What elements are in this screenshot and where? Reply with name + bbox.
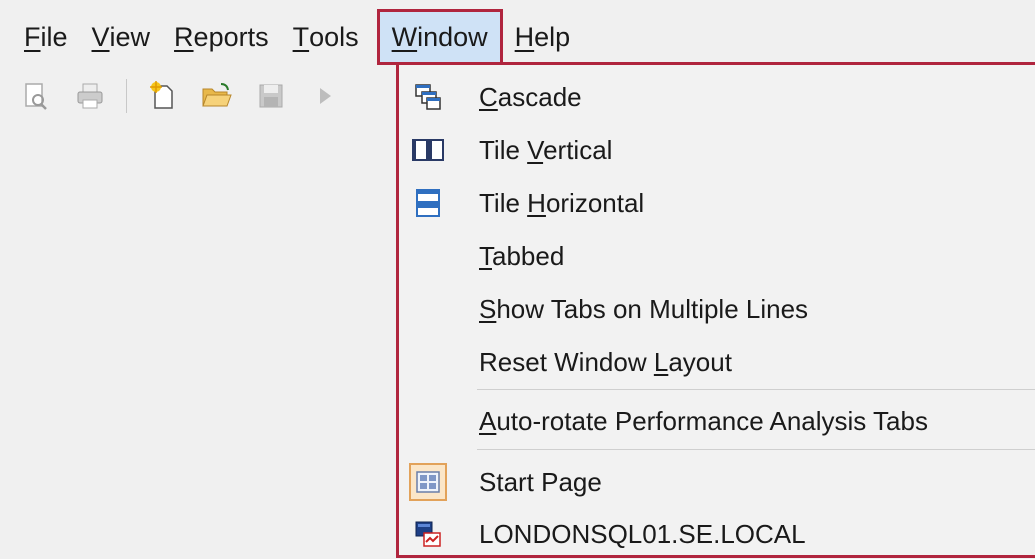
menu-file-accel: F [24, 21, 41, 52]
menu-item-cascade-label: Cascade [479, 81, 582, 112]
menu-item-auto-rotate-label: Auto-rotate Performance Analysis Tabs [479, 405, 928, 436]
menu-item-server-label: LONDONSQL01.SE.LOCAL [479, 518, 806, 549]
menu-item-tile-vertical-label: Tile Vertical [479, 134, 613, 165]
menu-view-accel: V [91, 21, 110, 52]
menu-window[interactable]: Window [376, 9, 503, 65]
tile-vertical-icon [409, 131, 447, 169]
menu-reports-label: eports [193, 21, 269, 52]
menu-item-cascade[interactable]: Cascade [399, 72, 1035, 122]
menu-bar: File View Reports Tools Window Help [0, 9, 1035, 65]
menu-reports[interactable]: Reports [162, 10, 281, 64]
menu-file[interactable]: File [22, 10, 80, 64]
menu-item-tile-vertical[interactable]: Tile Vertical [399, 125, 1035, 175]
menu-tools[interactable]: Tools [281, 10, 371, 64]
menu-item-show-tabs-label: Show Tabs on Multiple Lines [479, 293, 809, 324]
menu-item-start-page-label: Start Page [479, 466, 602, 497]
menu-tools-accel: T [292, 21, 310, 52]
menu-help[interactable]: Help [503, 10, 583, 64]
menu-item-tabbed-label: Tabbed [479, 240, 565, 271]
toolbar-separator [126, 79, 127, 113]
server-icon [409, 515, 447, 553]
menu-item-tile-horizontal-label: Tile Horizontal [479, 187, 645, 218]
menu-tools-label: ools [309, 21, 359, 52]
menu-item-start-page[interactable]: Start Page [399, 457, 1035, 507]
menu-item-reset-window-layout[interactable]: Reset Window Layout [399, 337, 1035, 387]
menu-view-label: iew [109, 21, 151, 52]
menu-item-tabbed[interactable]: Tabbed [399, 231, 1035, 281]
menu-window-accel: W [391, 21, 418, 52]
menu-item-tile-horizontal[interactable]: Tile Horizontal [399, 178, 1035, 228]
menu-separator [477, 389, 1035, 390]
cascade-icon [409, 78, 447, 116]
save-icon[interactable] [253, 78, 289, 114]
toolbar [18, 76, 343, 116]
menu-view[interactable]: View [80, 10, 163, 64]
menu-reports-accel: R [174, 21, 194, 52]
menu-help-accel: H [514, 21, 535, 52]
menu-item-reset-layout-label: Reset Window Layout [479, 346, 732, 377]
print-preview-icon[interactable] [18, 78, 54, 114]
new-document-icon[interactable] [145, 78, 181, 114]
menu-item-show-tabs-multiple-lines[interactable]: Show Tabs on Multiple Lines [399, 284, 1035, 334]
menu-window-label: indow [417, 21, 488, 52]
window-menu: Cascade Tile Vertical Tile Horizontal Ta… [396, 62, 1035, 558]
menu-item-auto-rotate-tabs[interactable]: Auto-rotate Performance Analysis Tabs [399, 396, 1035, 446]
play-icon[interactable] [307, 78, 343, 114]
print-icon[interactable] [72, 78, 108, 114]
start-page-icon [409, 463, 447, 501]
menu-help-label: elp [534, 21, 571, 52]
menu-item-server-londonsql01[interactable]: LONDONSQL01.SE.LOCAL [399, 509, 1035, 559]
menu-separator [477, 449, 1035, 450]
tile-horizontal-icon [409, 184, 447, 222]
menu-file-label: ile [40, 21, 68, 52]
open-folder-icon[interactable] [199, 78, 235, 114]
